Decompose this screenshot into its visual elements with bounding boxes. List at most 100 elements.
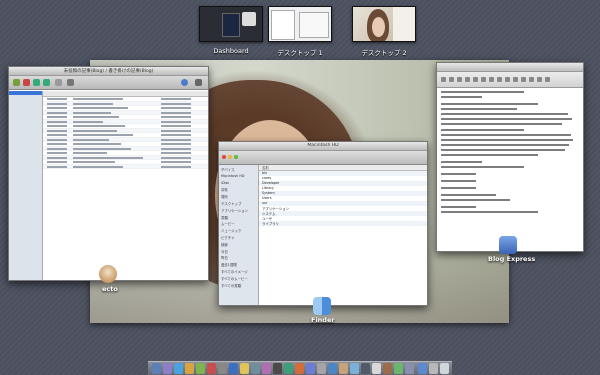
sidebar-item[interactable]: iDisk <box>221 181 256 188</box>
toolbar-icon[interactable] <box>473 77 478 82</box>
toolbar-icon[interactable] <box>489 77 494 82</box>
toolbar-icon[interactable] <box>537 77 542 82</box>
toolbar-icon[interactable] <box>449 77 454 82</box>
sidebar-item[interactable]: すべてのイメージ <box>221 269 256 276</box>
app-dock-icon[interactable] <box>339 363 348 374</box>
toolbar-icon[interactable] <box>505 77 510 82</box>
sidebar-item[interactable]: 今日 <box>221 249 256 256</box>
space-label: デスクトップ 2 <box>361 49 407 57</box>
dock <box>148 361 452 375</box>
toolbar-icon[interactable] <box>55 79 62 86</box>
dashboard-thumbnail[interactable] <box>199 6 263 42</box>
sidebar-item[interactable]: アプリケーション <box>221 208 256 215</box>
sidebar-item[interactable]: ムービー <box>221 221 256 228</box>
app-dock-icon[interactable] <box>350 363 359 374</box>
space-label: デスクトップ 1 <box>277 49 323 57</box>
toolbar-icon[interactable] <box>195 79 202 86</box>
toolbar-icon[interactable] <box>67 79 74 86</box>
sidebar-item[interactable]: ミュージック <box>221 228 256 235</box>
desktop-1-thumbnail[interactable] <box>268 6 332 42</box>
toolbar <box>9 76 208 90</box>
posts-table <box>43 91 208 280</box>
toolbar-icon[interactable] <box>465 77 470 82</box>
app-dock-icon[interactable] <box>328 363 337 374</box>
finder-label: Finder <box>311 316 335 324</box>
toolbar-icon[interactable] <box>23 79 30 86</box>
finder-dock-icon[interactable] <box>152 363 161 374</box>
downloads-dock-icon[interactable] <box>418 363 427 374</box>
sidebar-item[interactable]: 昨日 <box>221 255 256 262</box>
window-titlebar[interactable]: Macintosh HD <box>219 142 427 159</box>
ecto-app-icon[interactable] <box>99 265 117 283</box>
space-desktop-2[interactable]: デスクトップ 2 <box>352 6 416 57</box>
app-dock-icon[interactable] <box>361 363 370 374</box>
app-dock-icon[interactable] <box>218 363 227 374</box>
app-dock-icon[interactable] <box>273 363 282 374</box>
sidebar-item[interactable]: ピクチャ <box>221 235 256 242</box>
toolbar <box>437 72 583 88</box>
app-dock-icon[interactable] <box>229 363 238 374</box>
sidebar-item[interactable]: Macintosh HD <box>221 174 256 181</box>
dashboard-dock-icon[interactable] <box>163 363 172 374</box>
ecto-label: ecto <box>102 285 118 293</box>
finder-window[interactable]: Macintosh HD デバイス Macintosh HD iDisk 共有 … <box>218 141 428 306</box>
documents-dock-icon[interactable] <box>429 363 438 374</box>
sidebar-item[interactable]: すべての書類 <box>221 283 256 290</box>
app-dock-icon[interactable] <box>295 363 304 374</box>
trash-icon[interactable] <box>440 363 449 374</box>
app-dock-icon[interactable] <box>196 363 205 374</box>
spaces-bar: Dashboard デスクトップ 1 デスクトップ 2 <box>0 0 600 60</box>
toolbar-icon[interactable] <box>457 77 462 82</box>
app-dock-icon[interactable] <box>251 363 260 374</box>
document-body[interactable] <box>437 88 583 219</box>
space-desktop-1[interactable]: デスクトップ 1 <box>268 6 332 57</box>
app-dock-icon[interactable] <box>185 363 194 374</box>
toolbar-icon[interactable] <box>481 77 486 82</box>
toolbar-icon[interactable] <box>521 77 526 82</box>
app-dock-icon[interactable] <box>383 363 392 374</box>
table-row[interactable] <box>43 164 208 169</box>
sidebar-heading: 共有 <box>221 188 228 193</box>
toolbar-icon[interactable] <box>33 79 40 86</box>
toolbar-icon[interactable] <box>529 77 534 82</box>
app-dock-icon[interactable] <box>284 363 293 374</box>
close-icon[interactable] <box>222 155 226 159</box>
minimize-icon[interactable] <box>228 155 232 159</box>
blog-express-label: Blog Express <box>488 255 536 263</box>
desktop-2-thumbnail[interactable] <box>352 6 416 42</box>
window-titlebar[interactable]: 未投稿の記事(Blog) / 書き掛けの記事(Blog) <box>9 67 208 84</box>
app-dock-icon[interactable] <box>317 363 326 374</box>
toolbar-icon[interactable] <box>513 77 518 82</box>
app-dock-icon[interactable] <box>394 363 403 374</box>
app-dock-icon[interactable] <box>207 363 216 374</box>
toolbar-icon[interactable] <box>441 77 446 82</box>
app-dock-icon[interactable] <box>306 363 315 374</box>
safari-dock-icon[interactable] <box>174 363 183 374</box>
file-list: 名前 bin cores Developer Library System Us… <box>259 165 427 305</box>
sidebar-heading: 場所 <box>221 195 228 200</box>
sidebar-item[interactable]: すべてのムービー <box>221 276 256 283</box>
space-dashboard[interactable]: Dashboard <box>199 6 263 55</box>
toolbar-icon[interactable] <box>13 79 20 86</box>
sidebar-item[interactable]: 書類 <box>221 215 256 222</box>
window-title: Macintosh HD <box>307 143 339 148</box>
toolbar-icon[interactable] <box>545 77 550 82</box>
sidebar-item[interactable]: 過去1週間 <box>221 262 256 269</box>
app-dock-icon[interactable] <box>262 363 271 374</box>
window-title: 未投稿の記事(Blog) / 書き掛けの記事(Blog) <box>63 69 154 74</box>
finder-sidebar: デバイス Macintosh HD iDisk 共有 場所 デスクトップ アプリ… <box>219 165 259 305</box>
text-editor-window[interactable] <box>436 62 584 252</box>
finder-app-icon[interactable] <box>313 297 331 315</box>
app-dock-icon[interactable] <box>405 363 414 374</box>
blog-express-app-icon[interactable] <box>499 236 517 254</box>
ecto-window[interactable]: 未投稿の記事(Blog) / 書き掛けの記事(Blog) <box>8 66 209 281</box>
list-item[interactable]: ライブラリ <box>259 221 427 226</box>
toolbar-icon[interactable] <box>43 79 50 86</box>
app-dock-icon[interactable] <box>372 363 381 374</box>
app-dock-icon[interactable] <box>240 363 249 374</box>
window-titlebar[interactable] <box>437 63 583 80</box>
zoom-icon[interactable] <box>234 155 238 159</box>
toolbar-icon[interactable] <box>181 79 188 86</box>
sidebar-item[interactable]: デスクトップ <box>221 201 256 208</box>
toolbar-icon[interactable] <box>497 77 502 82</box>
